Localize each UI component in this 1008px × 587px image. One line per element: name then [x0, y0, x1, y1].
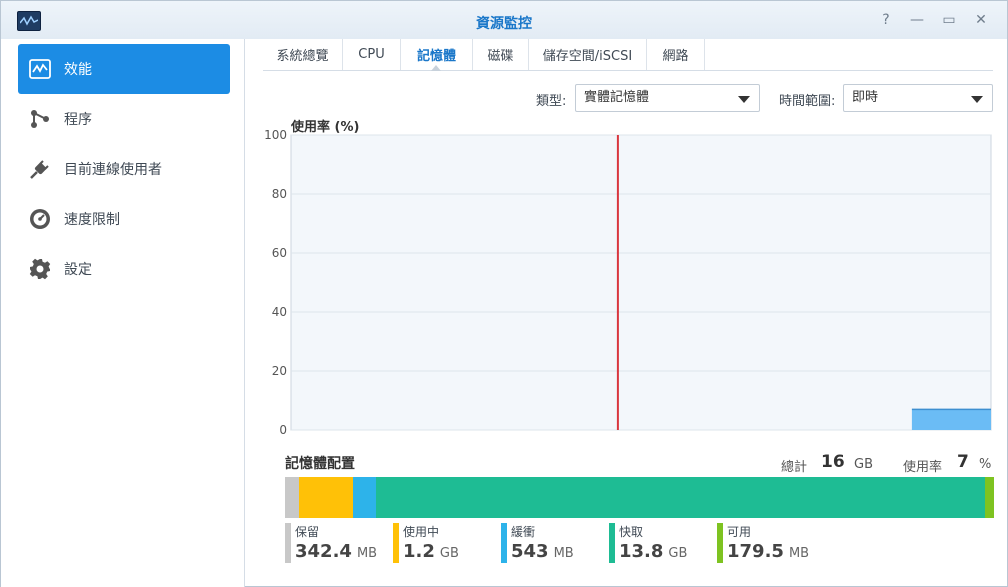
legend-value: 179.5 MB — [727, 541, 810, 562]
tab-network[interactable]: 網路 — [647, 39, 705, 70]
memory-segment-cache — [375, 477, 986, 518]
resource-monitor-window: 資源監控 ? — ▭ ✕ 效能 程序 目前連線使用者 速度限制 設定 系統總覽 … — [0, 0, 1008, 587]
usage-area-series — [911, 409, 991, 430]
legend-label: 保留 — [295, 525, 320, 539]
y-tick-label: 40 — [272, 305, 287, 319]
tab-bar: 系統總覽 CPU 記憶體 磁碟 儲存空間/iSCSI 網路 — [263, 39, 993, 71]
legend-swatch — [501, 523, 507, 563]
speed-gauge-icon — [28, 207, 52, 231]
legend-swatch — [285, 523, 291, 563]
sidebar-item-label: 程序 — [64, 112, 92, 128]
legend-label: 可用 — [727, 525, 752, 539]
y-tick-label: 100 — [264, 129, 287, 142]
legend-label: 使用中 — [403, 525, 440, 539]
legend-swatch — [609, 523, 615, 563]
sidebar-item-label: 設定 — [64, 262, 92, 278]
legend-label: 緩衝 — [511, 525, 536, 539]
sidebar-item-label: 效能 — [64, 62, 92, 78]
usage-chart-svg: 100 80 60 40 20 0 — [264, 128, 992, 437]
total-value: 16 — [821, 452, 845, 472]
legend-swatch — [393, 523, 399, 563]
active-tab-indicator — [431, 65, 441, 71]
sidebar-item-speed-limit[interactable]: 速度限制 — [18, 194, 230, 244]
tab-cpu[interactable]: CPU — [343, 39, 401, 70]
memory-allocation-bar — [285, 477, 994, 518]
memory-segment-buffer — [353, 477, 376, 518]
memory-segment-in-use — [299, 477, 354, 518]
legend-value: 13.8 GB — [619, 541, 688, 562]
y-tick-label: 0 — [279, 423, 287, 437]
sidebar: 效能 程序 目前連線使用者 速度限制 設定 — [1, 39, 245, 587]
plot-area — [290, 134, 992, 431]
type-label: 類型: — [536, 94, 567, 109]
type-select-value: 實體記憶體 — [584, 90, 650, 105]
performance-chart-icon — [28, 57, 52, 81]
close-button[interactable]: ✕ — [972, 11, 990, 29]
legend-value: 342.4 MB — [295, 541, 378, 562]
time-range-label: 時間範圍: — [779, 94, 836, 109]
memory-segment-reserved — [285, 477, 300, 518]
title-bar[interactable]: 資源監控 ? — ▭ ✕ — [1, 1, 1007, 39]
y-tick-label: 60 — [272, 246, 287, 260]
usage-unit: % — [979, 457, 992, 472]
process-icon — [28, 107, 52, 131]
memory-segment-available — [985, 477, 994, 518]
type-select[interactable]: 實體記憶體 — [575, 84, 760, 112]
minimize-button[interactable]: — — [908, 11, 926, 29]
sidebar-item-process[interactable]: 程序 — [18, 94, 230, 144]
usage-label: 使用率 — [903, 460, 943, 475]
legend-value: 543 MB — [511, 541, 574, 562]
chevron-down-icon — [738, 96, 750, 103]
usage-chart: 100 80 60 40 20 0 — [263, 128, 993, 441]
usage-value: 7 — [957, 452, 969, 472]
legend-label: 快取 — [619, 525, 644, 539]
tab-overview[interactable]: 系統總覽 — [263, 39, 343, 70]
total-label: 總計 — [781, 460, 808, 475]
tab-volume-iscsi[interactable]: 儲存空間/iSCSI — [529, 39, 647, 70]
total-unit: GB — [854, 457, 873, 472]
legend-swatch — [717, 523, 723, 563]
sidebar-item-connected-users[interactable]: 目前連線使用者 — [18, 144, 230, 194]
gear-icon — [28, 257, 52, 281]
plug-icon — [28, 157, 52, 181]
maximize-button[interactable]: ▭ — [940, 11, 958, 29]
legend-value: 1.2 GB — [403, 541, 459, 562]
tab-disk[interactable]: 磁碟 — [473, 39, 529, 70]
time-range-select-value: 即時 — [852, 90, 879, 105]
window-title: 資源監控 — [476, 16, 532, 32]
sidebar-item-label: 目前連線使用者 — [64, 162, 162, 178]
y-tick-label: 80 — [272, 187, 287, 201]
memory-allocation-title: 記憶體配置 — [285, 456, 355, 472]
time-range-select[interactable]: 即時 — [843, 84, 993, 112]
sidebar-item-settings[interactable]: 設定 — [18, 244, 230, 294]
chevron-down-icon — [971, 96, 983, 103]
sidebar-item-performance[interactable]: 效能 — [18, 44, 230, 94]
help-button[interactable]: ? — [877, 11, 895, 29]
sidebar-item-label: 速度限制 — [64, 212, 120, 228]
y-tick-label: 20 — [272, 364, 287, 378]
